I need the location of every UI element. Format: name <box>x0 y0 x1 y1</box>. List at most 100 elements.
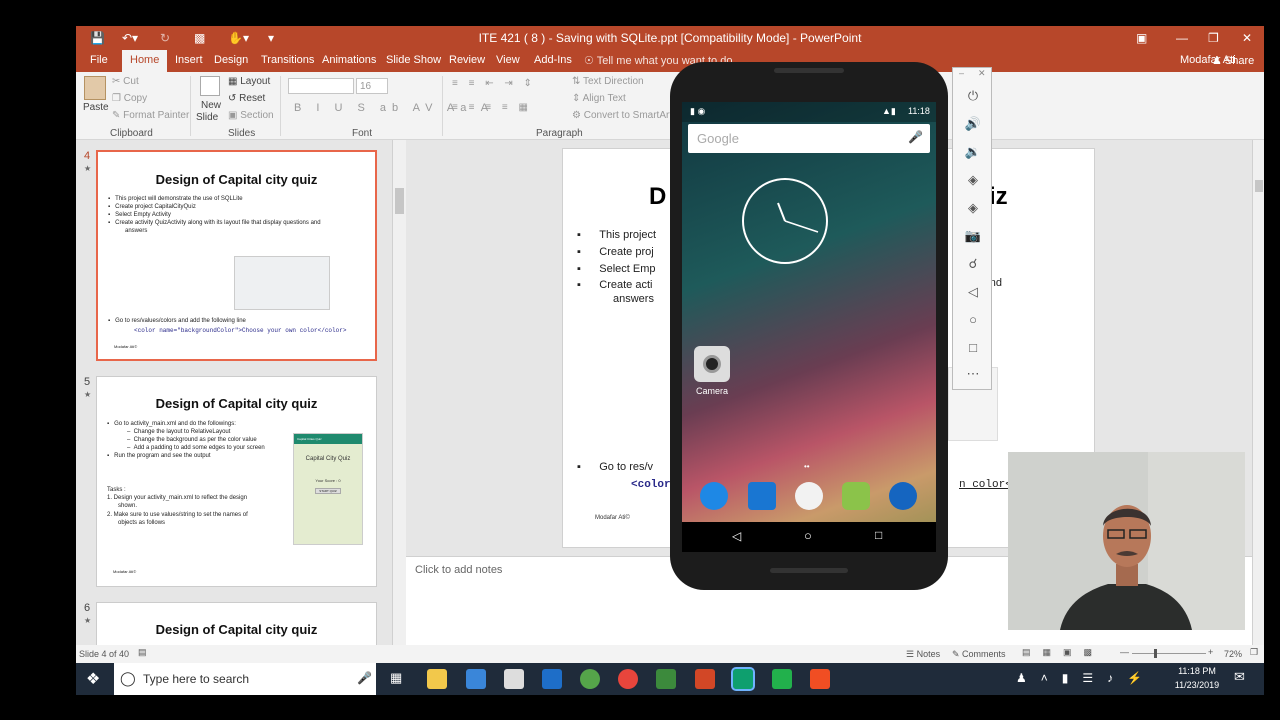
new-slide-icon[interactable] <box>200 76 220 96</box>
new-slide-button[interactable]: New <box>201 100 221 111</box>
close-icon[interactable]: ✕ <box>1242 31 1252 45</box>
reset-button[interactable]: ↺ Reset <box>228 93 265 104</box>
app-icon-orange[interactable] <box>810 669 830 689</box>
chrome-icon[interactable] <box>618 669 638 689</box>
align-buttons[interactable]: ≡ ≡ ≡ ≡ ▦ <box>452 102 532 113</box>
back-icon[interactable]: ◁ <box>953 284 993 300</box>
tab-home[interactable]: Home <box>122 50 168 72</box>
camera-app-icon[interactable] <box>694 346 730 382</box>
tab-view[interactable]: View <box>496 54 520 66</box>
app-preview-image: Capital Cities Quiz Capital City Quiz Yo… <box>293 433 363 545</box>
volume-down-icon[interactable]: 🔉 <box>953 144 993 160</box>
notepad-icon[interactable] <box>656 669 676 689</box>
home-icon[interactable]: ○ <box>953 312 993 327</box>
slide-thumbnail[interactable]: Design of Capital city quiz ▪ This proje… <box>96 150 377 361</box>
tab-file[interactable]: File <box>90 54 108 66</box>
microphone-icon[interactable]: 🎤 <box>357 671 372 685</box>
slide-thumbnail[interactable]: Design of Capital city quiz <box>96 602 377 645</box>
taskbar-search-box[interactable]: ◯ Type here to search 🎤 <box>114 663 376 695</box>
zoom-in-icon[interactable]: + <box>1208 647 1213 657</box>
more-icon[interactable]: ⋯ <box>953 366 993 382</box>
camera-lens <box>703 355 721 373</box>
paste-button[interactable]: Paste <box>83 102 109 113</box>
system-tray-icons[interactable]: ♟˄▮☰♪⚡ <box>1016 671 1156 685</box>
rotate-right-icon[interactable]: ◈ <box>953 200 993 216</box>
font-size-input[interactable]: 16 <box>356 78 388 94</box>
tab-insert[interactable]: Insert <box>175 54 203 66</box>
spelling-icon[interactable]: ▤ <box>138 647 147 658</box>
view-buttons[interactable]: ▤▦▣▩ <box>1022 647 1104 658</box>
analog-clock-widget[interactable] <box>740 176 830 266</box>
screenshot-icon[interactable]: 📷 <box>953 228 993 244</box>
notifications-icon[interactable]: ✉ <box>1234 669 1245 685</box>
zoom-slider-thumb[interactable] <box>1154 649 1157 658</box>
paste-icon[interactable] <box>84 76 106 100</box>
font-family-input[interactable] <box>288 78 354 94</box>
tab-add-ins[interactable]: Add-Ins <box>534 54 572 66</box>
tab-design[interactable]: Design <box>214 54 248 66</box>
cut-button[interactable]: ✂ Cut <box>112 76 139 87</box>
fit-slide-icon[interactable]: ❐ <box>1250 647 1258 658</box>
power-icon[interactable]: ⏻ <box>953 88 993 104</box>
convert-smartart-button[interactable]: ⚙ Convert to SmartArt <box>572 110 672 121</box>
section-button[interactable]: ▣ Section <box>228 110 274 121</box>
format-painter-button[interactable]: ✎ Format Painter <box>112 110 189 121</box>
restore-icon[interactable]: ❐ <box>1208 31 1219 45</box>
back-icon[interactable]: ◁ <box>732 529 741 543</box>
close-icon[interactable]: ✕ <box>978 68 986 79</box>
zoom-out-icon[interactable]: — <box>1120 647 1129 657</box>
browser-app-icon[interactable] <box>889 482 917 510</box>
contacts-app-icon[interactable] <box>748 482 776 510</box>
scrollbar-thumb[interactable] <box>395 188 404 214</box>
windows-start-icon[interactable]: ❖ <box>86 669 100 689</box>
recents-icon[interactable]: □ <box>875 528 882 542</box>
google-search-bar[interactable]: Google 🎤 <box>688 124 930 153</box>
ribbon-display-icon[interactable]: ▣ <box>1136 31 1147 45</box>
emulator-toolbar: – ✕ ⏻ 🔊 🔉 ◈ ◈ 📷 ☌ ◁ ○ □ ⋯ <box>952 67 992 390</box>
mail-icon[interactable] <box>504 669 524 689</box>
layout-button[interactable]: ▦ Layout <box>228 76 270 87</box>
tab-animations[interactable]: Animations <box>322 54 376 66</box>
file-explorer-icon[interactable] <box>427 669 447 689</box>
outlook-icon[interactable] <box>542 669 562 689</box>
app-icon-green[interactable] <box>772 669 792 689</box>
app-drawer-icon[interactable] <box>795 482 823 510</box>
zoom-icon[interactable]: ☌ <box>953 256 993 272</box>
microphone-icon[interactable]: 🎤 <box>908 130 923 144</box>
slide-title: D <box>649 183 667 210</box>
home-icon[interactable]: ○ <box>804 528 812 543</box>
task-view-icon[interactable]: ▦ <box>390 670 402 686</box>
tab-transitions[interactable]: Transitions <box>261 54 314 66</box>
zoom-slider[interactable] <box>1132 649 1206 658</box>
text-direction-button[interactable]: ⇅ Text Direction <box>572 76 644 87</box>
store-icon[interactable] <box>466 669 486 689</box>
tab-review[interactable]: Review <box>449 54 485 66</box>
scrollbar-thumb[interactable] <box>1255 180 1263 192</box>
align-text-button[interactable]: ⇕ Align Text <box>572 93 626 104</box>
list-buttons[interactable]: ≡ ≡ ⇤ ⇥ ⇕ <box>452 78 536 89</box>
clock-time[interactable]: 11:18 PM <box>1172 666 1222 676</box>
phone-app-icon[interactable] <box>700 482 728 510</box>
overview-icon[interactable]: □ <box>953 340 993 355</box>
thumbnail-scrollbar[interactable] <box>392 140 406 645</box>
android-home-screen[interactable]: ▮ ◉ ▲▮ 11:18 Google 🎤 Camera •• ◁ ○ □ <box>682 102 936 552</box>
thumb-bullet: Create activity QuizActivity along with … <box>115 220 321 226</box>
zoom-level[interactable]: 72% <box>1224 649 1242 659</box>
tab-slide-show[interactable]: Slide Show <box>386 54 441 66</box>
comments-button[interactable]: ✎ Comments <box>952 649 1006 660</box>
volume-up-icon[interactable]: 🔊 <box>953 116 993 132</box>
notes-button[interactable]: ☰ Notes <box>906 649 940 660</box>
thumb-bullet: Change the background as per the color v… <box>133 437 257 443</box>
minimize-icon[interactable]: — <box>1176 31 1188 45</box>
rotate-left-icon[interactable]: ◈ <box>953 172 993 188</box>
clock-date[interactable]: 11/23/2019 <box>1170 680 1224 690</box>
android-studio-icon[interactable] <box>580 669 600 689</box>
slide-thumbnail[interactable]: Design of Capital city quiz ▪ Go to acti… <box>96 376 377 587</box>
minimize-icon[interactable]: – <box>959 68 964 78</box>
powerpoint-icon[interactable] <box>695 669 715 689</box>
messaging-app-icon[interactable] <box>842 482 870 510</box>
slide-scrollbar[interactable] <box>1252 140 1264 645</box>
camtasia-icon[interactable] <box>731 667 755 691</box>
share-button[interactable]: ♟ Share <box>1212 54 1254 67</box>
copy-button[interactable]: ❐ Copy <box>112 93 147 104</box>
